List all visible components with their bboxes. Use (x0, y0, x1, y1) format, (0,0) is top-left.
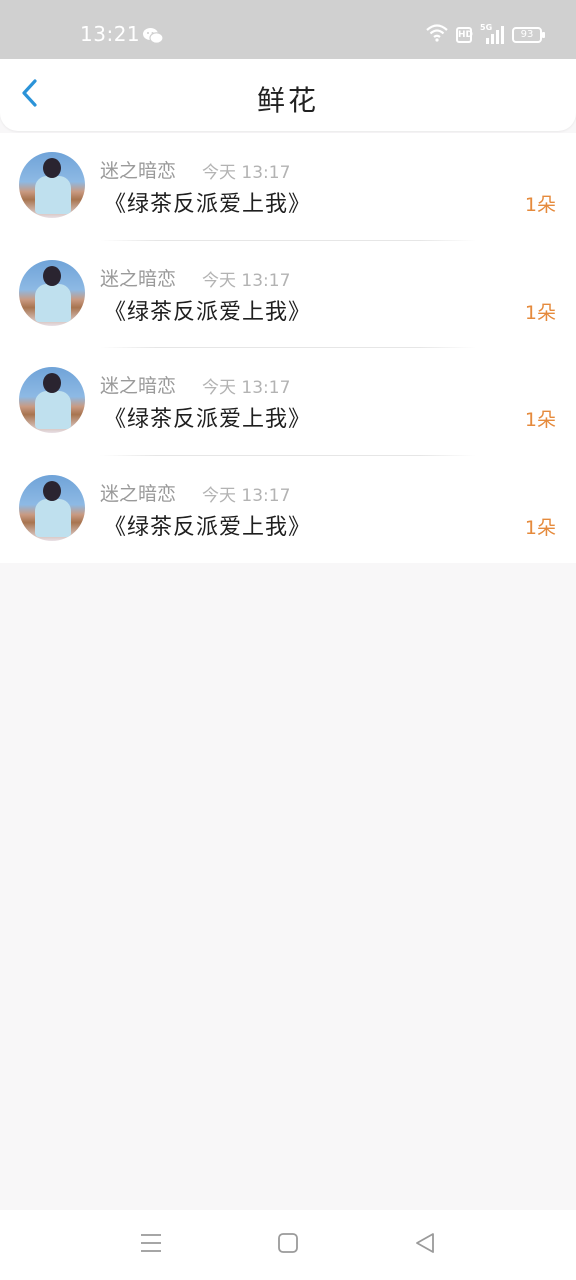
flower-count: 1朵 (524, 301, 556, 324)
gift-time: 今天 13:17 (202, 270, 291, 291)
list-item[interactable]: 迷之暗恋 今天 13:17 《绿茶反派爱上我》 1朵 (0, 348, 576, 456)
page-title: 鲜花 (256, 84, 319, 117)
system-nav-bar (0, 1210, 576, 1280)
status-bar: 13:21 HD 5G 93 (0, 0, 576, 59)
sender-name[interactable]: 迷之暗恋 (100, 371, 176, 398)
avatar[interactable] (19, 152, 85, 218)
back-icon (414, 1232, 436, 1258)
gift-time: 今天 13:17 (202, 163, 291, 183)
signal-icon: 5G (480, 23, 504, 45)
menu-icon (140, 1232, 162, 1258)
gift-time: 今天 13:17 (202, 485, 291, 506)
menu-button[interactable] (134, 1228, 168, 1262)
back-nav-button[interactable] (408, 1228, 442, 1262)
book-title[interactable]: 《绿茶反派爱上我》 (104, 509, 311, 541)
status-time: 13:21 (80, 22, 141, 46)
sender-name[interactable]: 迷之暗恋 (100, 479, 176, 506)
wifi-icon (426, 24, 448, 46)
flower-count: 1朵 (524, 409, 556, 431)
avatar[interactable] (19, 259, 85, 326)
status-icons: HD 5G 93 (426, 23, 545, 46)
avatar[interactable] (19, 474, 85, 541)
gift-time: 今天 13:17 (202, 378, 291, 398)
wechat-icon (142, 26, 164, 46)
sender-name[interactable]: 迷之暗恋 (100, 264, 176, 291)
gift-list: 迷之暗恋 今天 13:17 《绿茶反派爱上我》 1朵 迷之暗恋 今天 13:17… (0, 133, 576, 563)
flower-count: 1朵 (524, 516, 556, 539)
home-button[interactable] (271, 1228, 305, 1262)
flower-count: 1朵 (524, 194, 556, 216)
home-icon (277, 1232, 299, 1258)
book-title[interactable]: 《绿茶反派爱上我》 (104, 401, 311, 433)
book-title[interactable]: 《绿茶反派爱上我》 (104, 294, 311, 326)
list-item[interactable]: 迷之暗恋 今天 13:17 《绿茶反派爱上我》 1朵 (0, 456, 576, 564)
avatar[interactable] (19, 367, 85, 433)
header: 鲜花 (0, 59, 576, 131)
list-item[interactable]: 迷之暗恋 今天 13:17 《绿茶反派爱上我》 1朵 (0, 241, 576, 348)
battery-icon: 93 (512, 27, 545, 43)
sender-name[interactable]: 迷之暗恋 (100, 156, 176, 183)
hd-badge: HD (456, 27, 473, 43)
book-title[interactable]: 《绿茶反派爱上我》 (104, 186, 311, 218)
list-item[interactable]: 迷之暗恋 今天 13:17 《绿茶反派爱上我》 1朵 (0, 133, 576, 241)
